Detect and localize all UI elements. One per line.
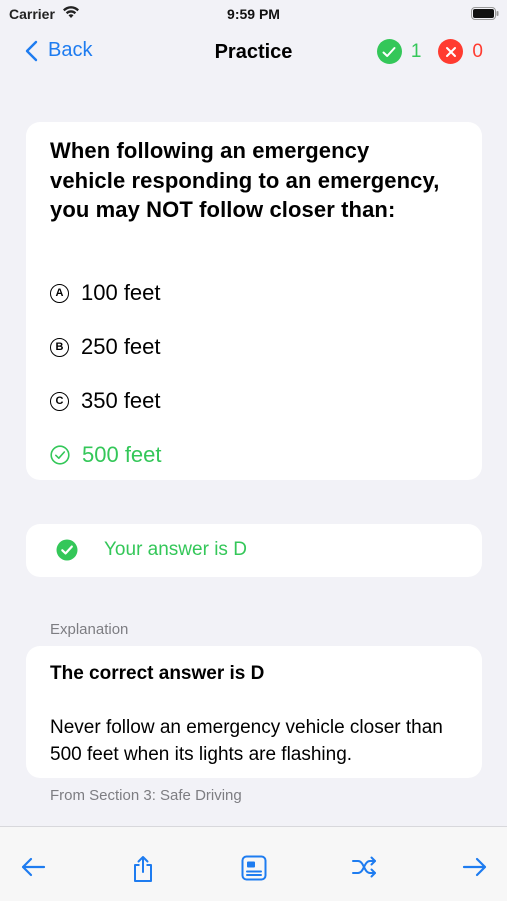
explanation-card: The correct answer is D Never follow an … [26, 646, 482, 778]
checkmark-circle-icon [50, 445, 70, 465]
wrong-x-icon [438, 39, 464, 64]
option-letter-a: A [50, 283, 69, 303]
option-text: 350 feet [81, 388, 161, 413]
option-text: 100 feet [81, 280, 161, 305]
option-b[interactable]: B 250 feet [50, 334, 161, 360]
explanation-title: The correct answer is D [50, 663, 265, 684]
question-card: When following an emergency vehicle resp… [26, 122, 482, 480]
result-card: Your answer is D [26, 524, 482, 577]
source-reference: From Section 3: Safe Driving [50, 787, 242, 804]
correct-count: 1 [410, 40, 422, 62]
option-text: 500 feet [82, 442, 162, 467]
share-icon[interactable] [132, 855, 154, 883]
explanation-body: Never follow an emergency vehicle closer… [50, 717, 443, 765]
arrow-left-icon[interactable] [20, 856, 46, 878]
navigation-bar: Back Practice 1 0 [0, 34, 507, 74]
shuffle-icon[interactable] [351, 856, 377, 878]
result-text: Your answer is D [104, 539, 247, 560]
option-d[interactable]: 500 feet [50, 442, 162, 468]
battery-icon [471, 7, 499, 20]
clock: 9:59 PM [227, 6, 280, 22]
option-letter-c: C [50, 391, 69, 411]
option-text: 250 feet [81, 334, 161, 359]
bottom-toolbar [0, 826, 507, 901]
score-summary: 1 0 [376, 39, 483, 64]
option-c[interactable]: C 350 feet [50, 388, 161, 414]
wrong-count: 0 [472, 40, 483, 62]
option-a[interactable]: A 100 feet [50, 280, 161, 306]
checkmark-circle-filled-icon [56, 539, 78, 561]
arrow-right-icon[interactable] [462, 856, 488, 878]
correct-check-icon [376, 39, 402, 64]
status-bar: Carrier 9:59 PM [0, 0, 507, 28]
flashcard-icon[interactable] [241, 855, 267, 881]
option-letter-b: B [50, 337, 69, 357]
question-text: When following an emergency vehicle resp… [50, 138, 440, 222]
explanation-label: Explanation [50, 621, 129, 638]
